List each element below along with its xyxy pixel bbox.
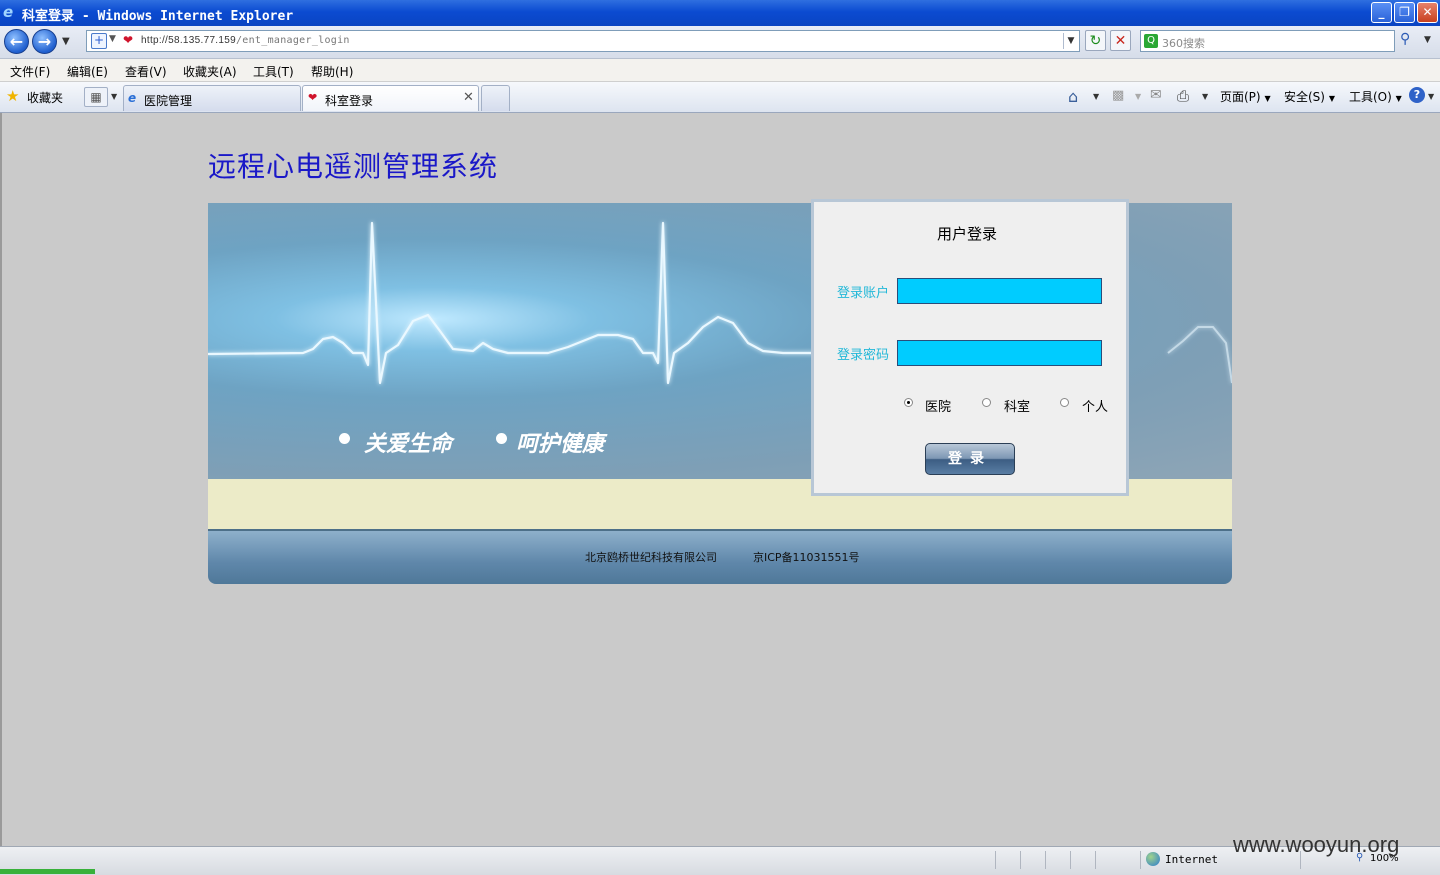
menu-view[interactable]: 查看(V) xyxy=(125,63,167,80)
page-menu[interactable]: 页面(P) ▼ xyxy=(1220,88,1271,105)
help-icon[interactable]: ? xyxy=(1409,87,1425,103)
quick-tabs-icon[interactable]: ▦ xyxy=(84,87,108,107)
status-bar xyxy=(0,846,1440,875)
window-title: 科室登录 - Windows Internet Explorer xyxy=(22,9,294,24)
address-field[interactable]: + ▼ ❤ http://58.135.77.159/ent_manager_l… xyxy=(86,30,1080,52)
account-label: 登录账户 xyxy=(837,286,890,301)
status-divider xyxy=(1070,851,1071,869)
tab-hospital-management[interactable]: e 医院管理 xyxy=(123,85,301,111)
home-dropdown-icon[interactable]: ▼ xyxy=(1093,92,1099,101)
tab-list-dropdown-icon[interactable]: ▼ xyxy=(111,92,117,101)
safety-menu[interactable]: 安全(S) ▼ xyxy=(1284,88,1335,105)
menu-file[interactable]: 文件(F) xyxy=(10,63,50,80)
close-tab-icon[interactable]: ✕ xyxy=(463,90,474,105)
bullet-dot-icon xyxy=(496,433,507,444)
address-dropdown-icon[interactable]: ▼ xyxy=(1063,33,1078,49)
compatibility-icon[interactable]: + xyxy=(91,33,107,49)
zone-label: Internet xyxy=(1165,853,1218,866)
stop-icon[interactable]: ✕ xyxy=(1110,30,1131,51)
password-label: 登录密码 xyxy=(837,348,890,363)
forward-button[interactable]: → xyxy=(32,29,57,54)
footer-company: 北京鸥桥世纪科技有限公司 xyxy=(585,551,717,564)
slogan-2: 呵护健康 xyxy=(516,432,605,457)
site-heart-icon: ❤ xyxy=(123,33,134,47)
globe-icon xyxy=(1146,852,1160,866)
back-button[interactable]: ← xyxy=(4,29,29,54)
window-title-bar: e 科室登录 - Windows Internet Explorer _ ❐ ✕ xyxy=(0,0,1440,26)
progress-indicator xyxy=(0,869,95,874)
slogan-1: 关爱生命 xyxy=(364,432,453,457)
tab-bar: ★ 收藏夹 ▦ ▼ e 医院管理 ❤ 科室登录 ✕ ⌂ ▼ ▩ ▼ ✉ ⎙ ▼ … xyxy=(0,82,1440,113)
radio-department-label: 科室 xyxy=(1004,400,1031,415)
radio-personal[interactable] xyxy=(1060,398,1069,407)
radio-personal-label: 个人 xyxy=(1082,400,1109,415)
ie-page-icon: e xyxy=(128,91,137,105)
status-divider xyxy=(1020,851,1021,869)
tab-label: 科室登录 xyxy=(325,94,374,108)
menu-bar: 文件(F) 编辑(E) 查看(V) 收藏夹(A) 工具(T) 帮助(H) xyxy=(0,59,1440,82)
footer-icp: 京ICP备11031551号 xyxy=(753,551,860,564)
tools-menu[interactable]: 工具(O) ▼ xyxy=(1349,88,1402,105)
menu-help[interactable]: 帮助(H) xyxy=(311,63,353,80)
account-input[interactable] xyxy=(897,278,1102,304)
menu-tools[interactable]: 工具(T) xyxy=(253,63,294,80)
help-dropdown-icon[interactable]: ▼ xyxy=(1428,92,1434,101)
feeds-dropdown-icon[interactable]: ▼ xyxy=(1135,92,1141,101)
search-placeholder: 360搜索 xyxy=(1162,37,1205,50)
restore-button[interactable]: ❐ xyxy=(1394,2,1415,23)
site-heart-icon: ❤ xyxy=(308,91,318,104)
mail-icon[interactable]: ✉ xyxy=(1150,87,1162,103)
search-provider-icon[interactable]: Q xyxy=(1144,34,1158,48)
system-title: 远程心电遥测管理系统 xyxy=(208,150,499,183)
new-tab-button[interactable] xyxy=(481,85,510,111)
watermark: www.wooyun.org xyxy=(1233,832,1400,857)
status-divider xyxy=(1140,851,1141,869)
chevron-down-icon: ▼ xyxy=(1328,94,1335,103)
search-options-icon[interactable]: ▼ xyxy=(1424,35,1431,45)
minimize-button[interactable]: _ xyxy=(1371,2,1392,23)
address-toolbar: ← → ▼ + ▼ ❤ http://58.135.77.159/ent_man… xyxy=(0,26,1440,59)
refresh-icon[interactable]: ↻ xyxy=(1085,30,1106,51)
login-button[interactable]: 登录 xyxy=(925,443,1015,475)
chevron-down-icon: ▼ xyxy=(1264,94,1271,103)
tab-label: 医院管理 xyxy=(144,94,193,108)
login-title: 用户登录 xyxy=(937,225,998,243)
print-icon[interactable]: ⎙ xyxy=(1177,87,1189,105)
status-divider xyxy=(995,851,996,869)
radio-department[interactable] xyxy=(982,398,991,407)
chevron-down-icon[interactable]: ▼ xyxy=(109,34,116,44)
url-host: http://58.135.77.159 xyxy=(141,35,236,46)
favorites-button[interactable]: 收藏夹 xyxy=(27,89,63,106)
password-input[interactable] xyxy=(897,340,1102,366)
menu-edit[interactable]: 编辑(E) xyxy=(67,63,108,80)
print-dropdown-icon[interactable]: ▼ xyxy=(1202,92,1208,101)
search-icon[interactable]: ⚲ xyxy=(1400,31,1410,47)
bullet-dot-icon xyxy=(339,433,350,444)
status-divider xyxy=(1095,851,1096,869)
search-input[interactable]: Q 360搜索 xyxy=(1140,30,1395,52)
radio-hospital[interactable] xyxy=(904,398,913,407)
status-divider xyxy=(1045,851,1046,869)
ie-logo-icon: e xyxy=(3,3,14,21)
tab-department-login[interactable]: ❤ 科室登录 ✕ xyxy=(302,85,479,111)
radio-hospital-label: 医院 xyxy=(925,400,952,415)
history-dropdown-icon[interactable]: ▼ xyxy=(62,36,70,47)
url-path: /ent_manager_login xyxy=(235,35,350,46)
close-button[interactable]: ✕ xyxy=(1417,2,1438,23)
footer: 北京鸥桥世纪科技有限公司 京ICP备11031551号 xyxy=(208,529,1232,584)
chevron-down-icon: ▼ xyxy=(1395,94,1402,103)
favorites-star-icon[interactable]: ★ xyxy=(6,87,19,105)
home-icon[interactable]: ⌂ xyxy=(1068,87,1078,106)
menu-favorites[interactable]: 收藏夹(A) xyxy=(183,63,237,80)
feeds-icon[interactable]: ▩ xyxy=(1112,88,1124,103)
